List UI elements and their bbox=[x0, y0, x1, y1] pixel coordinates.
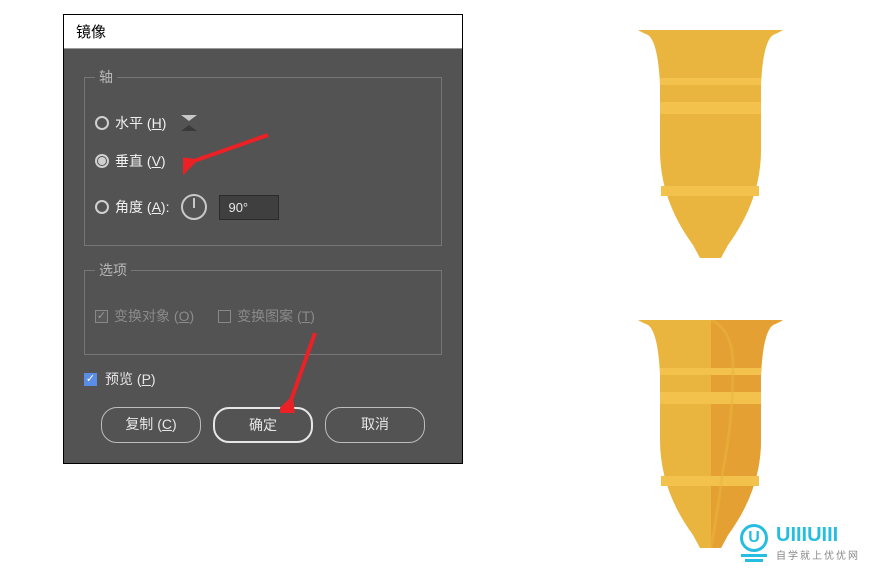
vertical-label: 垂直 (V) bbox=[115, 151, 166, 171]
radio-angle[interactable] bbox=[95, 200, 109, 214]
dialog-body: 轴 水平 (H) 垂直 (V) 角度 (A): 9 bbox=[64, 49, 462, 463]
checkbox-preview[interactable]: ✓ bbox=[84, 373, 97, 386]
vase-after bbox=[633, 320, 788, 555]
mirror-dialog: 镜像 轴 水平 (H) 垂直 (V) 角度 (A): bbox=[63, 14, 463, 464]
watermark-icon: U bbox=[740, 524, 768, 562]
transform-objects-label: 变换对象 (O) bbox=[114, 306, 194, 326]
watermark: U UIIIUIII 自学就上优优网 bbox=[740, 524, 860, 562]
axis-legend: 轴 bbox=[95, 67, 117, 87]
copy-button[interactable]: 复制 (C) bbox=[101, 407, 201, 443]
options-group: 选项 ✓ 变换对象 (O) 变换图案 (T) bbox=[84, 260, 442, 355]
checkbox-transform-objects: ✓ bbox=[95, 310, 108, 323]
radio-horizontal[interactable] bbox=[95, 116, 109, 130]
vase-before bbox=[633, 30, 788, 265]
options-row: ✓ 变换对象 (O) 变换图案 (T) bbox=[95, 302, 431, 330]
axis-angle-row[interactable]: 角度 (A): 90° bbox=[95, 193, 431, 221]
cancel-button[interactable]: 取消 bbox=[325, 407, 425, 443]
angle-input[interactable]: 90° bbox=[219, 195, 279, 220]
preview-label: 预览 (P) bbox=[105, 369, 156, 389]
angle-label: 角度 (A): bbox=[115, 197, 169, 217]
radio-vertical[interactable] bbox=[95, 154, 109, 168]
ok-button[interactable]: 确定 bbox=[213, 407, 313, 443]
axis-vertical-row[interactable]: 垂直 (V) bbox=[95, 147, 431, 175]
mirror-horizontal-icon bbox=[178, 115, 200, 131]
axis-group: 轴 水平 (H) 垂直 (V) 角度 (A): 9 bbox=[84, 67, 442, 246]
axis-horizontal-row[interactable]: 水平 (H) bbox=[95, 109, 431, 137]
transform-patterns-label: 变换图案 (T) bbox=[237, 306, 315, 326]
angle-dial-icon[interactable] bbox=[181, 194, 207, 220]
watermark-brand: UIIIUIII bbox=[776, 524, 838, 546]
button-row: 复制 (C) 确定 取消 bbox=[84, 407, 442, 443]
dialog-title: 镜像 bbox=[64, 15, 462, 49]
watermark-subtitle: 自学就上优优网 bbox=[776, 547, 860, 562]
horizontal-label: 水平 (H) bbox=[115, 113, 166, 133]
checkbox-transform-patterns bbox=[218, 310, 231, 323]
options-legend: 选项 bbox=[95, 260, 131, 280]
preview-row[interactable]: ✓ 预览 (P) bbox=[84, 369, 442, 389]
